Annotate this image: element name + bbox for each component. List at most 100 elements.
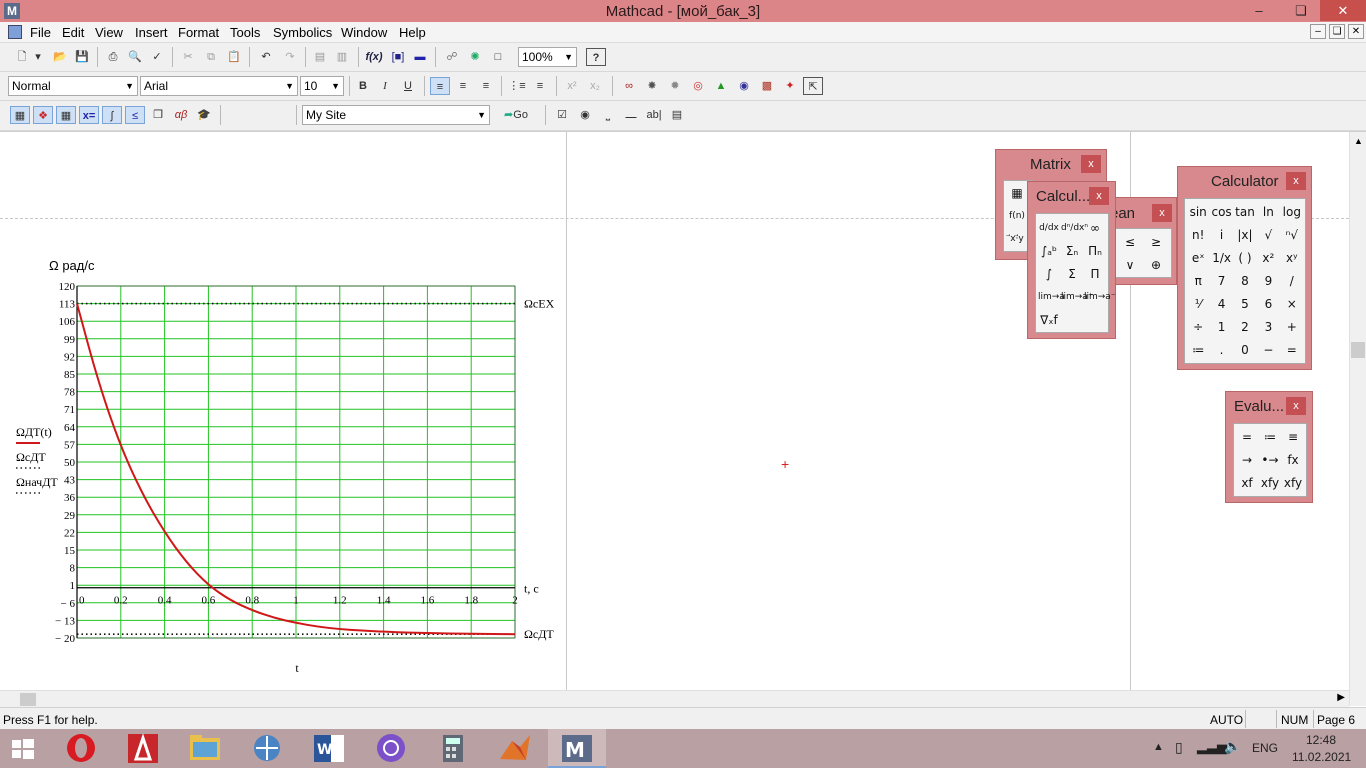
vectorize-icon[interactable]: f(n) bbox=[1006, 206, 1028, 226]
dot-product-icon[interactable]: ⃗x·⃗y bbox=[1006, 229, 1028, 249]
scroll-thumb[interactable] bbox=[20, 693, 36, 706]
spell-check-icon[interactable]: ✓ bbox=[147, 48, 167, 66]
close-icon[interactable]: x bbox=[1081, 155, 1101, 173]
calculus-key[interactable]: Σ bbox=[1061, 264, 1083, 284]
close-icon[interactable]: x bbox=[1089, 187, 1109, 205]
calculator-key[interactable]: |x| bbox=[1234, 225, 1256, 245]
taskbar-matlab[interactable] bbox=[486, 729, 544, 768]
calculator-key[interactable]: ⁿ√ bbox=[1281, 225, 1303, 245]
close-icon[interactable]: x bbox=[1152, 204, 1172, 222]
calculator-key[interactable]: n! bbox=[1187, 225, 1209, 245]
italic-icon[interactable]: I bbox=[375, 77, 395, 95]
restore-button[interactable]: ❏ bbox=[1286, 0, 1316, 21]
taskbar-explorer[interactable] bbox=[176, 729, 234, 768]
matrix-insert-icon[interactable]: ▦ bbox=[1006, 183, 1028, 203]
calculus-key[interactable]: lim→a⁺ bbox=[1061, 287, 1093, 307]
insert-hyperlink-icon[interactable]: ☍ bbox=[442, 48, 462, 66]
calculator-key[interactable]: 0 bbox=[1234, 340, 1256, 360]
listbox-control-icon[interactable]: ▤ bbox=[667, 106, 687, 124]
radio-control-icon[interactable]: ◉ bbox=[575, 106, 595, 124]
evaluation-key[interactable]: xfy bbox=[1259, 473, 1281, 493]
3d-bar-icon[interactable]: ▩ bbox=[757, 77, 777, 95]
menu-view[interactable]: View bbox=[95, 25, 123, 40]
evaluation-key[interactable]: xfy bbox=[1282, 473, 1304, 493]
contour-plot-icon[interactable]: ◎ bbox=[688, 77, 708, 95]
tray-language[interactable]: ENG bbox=[1252, 741, 1278, 755]
calculator-key[interactable]: i bbox=[1210, 225, 1232, 245]
evaluation-key[interactable]: fx bbox=[1282, 450, 1304, 470]
evaluation-key[interactable]: ≔ bbox=[1259, 427, 1281, 447]
calculator-key[interactable]: ( ) bbox=[1234, 248, 1256, 268]
taskbar-autocad[interactable] bbox=[114, 729, 172, 768]
boolean-palette-icon[interactable]: ≤ bbox=[125, 106, 145, 124]
button-control-icon[interactable]: ⎵ bbox=[598, 106, 618, 124]
calculus-key[interactable]: dⁿ/dxⁿ bbox=[1061, 218, 1088, 238]
checkbox-control-icon[interactable]: ☑ bbox=[552, 106, 572, 124]
surface-plot-icon[interactable]: ✹ bbox=[665, 77, 685, 95]
print-preview-icon[interactable]: 🔍 bbox=[125, 48, 145, 66]
bold-icon[interactable]: B bbox=[353, 77, 373, 95]
calculator-key[interactable]: 3 bbox=[1257, 317, 1279, 337]
calculus-palette[interactable]: Calcul... x d/dx dⁿ/dxⁿ ∞ ∫ₐᵇ Σₙ Πₙ ∫ Σ Πlim→a li… bbox=[1027, 181, 1116, 339]
calculator-key[interactable]: 7 bbox=[1210, 271, 1232, 291]
close-icon[interactable]: x bbox=[1286, 397, 1306, 415]
calculator-key[interactable]: x² bbox=[1257, 248, 1279, 268]
calculus-key[interactable]: ∞ bbox=[1084, 218, 1106, 238]
calculator-key[interactable]: √ bbox=[1257, 225, 1279, 245]
insert-unit-icon[interactable]: [■] bbox=[388, 48, 408, 66]
tray-date[interactable]: 11.02.2021 bbox=[1292, 750, 1351, 764]
scroll-right-icon[interactable]: ▶ bbox=[1337, 692, 1345, 703]
calculator-key[interactable]: ≔ bbox=[1187, 340, 1209, 360]
tray-volume-icon[interactable]: 🔈 bbox=[1224, 738, 1241, 755]
xy-plot[interactable]: 1201131069992857871645750433629221581− 6… bbox=[0, 250, 580, 690]
font-select[interactable]: Arial ▼ bbox=[140, 76, 298, 96]
calculator-key[interactable]: π bbox=[1187, 271, 1209, 291]
save-icon[interactable]: 💾 bbox=[72, 48, 92, 66]
menu-tools[interactable]: Tools bbox=[230, 25, 260, 40]
menu-symbolics[interactable]: Symbolics bbox=[273, 25, 332, 40]
menu-file[interactable]: File bbox=[30, 25, 51, 40]
evaluation-key[interactable]: xf bbox=[1236, 473, 1258, 493]
close-icon[interactable]: x bbox=[1286, 172, 1306, 190]
subscript-icon[interactable]: x₂ bbox=[585, 77, 605, 95]
or-icon[interactable]: ∨ bbox=[1119, 255, 1141, 275]
calculator-key[interactable]: × bbox=[1281, 294, 1303, 314]
calculator-key[interactable]: cos bbox=[1210, 202, 1232, 222]
print-icon[interactable]: ⎙ bbox=[103, 48, 123, 66]
taskbar-calculator[interactable] bbox=[424, 729, 482, 768]
undo-icon[interactable]: ↶ bbox=[256, 48, 276, 66]
evaluation-key[interactable]: → bbox=[1236, 450, 1258, 470]
calculus-key[interactable]: lim→a bbox=[1038, 287, 1065, 307]
taskbar-network-app[interactable] bbox=[238, 729, 296, 768]
vector-field-icon[interactable]: ✦ bbox=[780, 77, 800, 95]
taskbar-word[interactable]: W bbox=[300, 729, 358, 768]
evaluation-key[interactable]: ≡ bbox=[1282, 427, 1304, 447]
textbox-control-icon[interactable]: ab| bbox=[644, 106, 664, 124]
tray-signal-icon[interactable]: ▂▃▅ bbox=[1197, 739, 1227, 755]
align-right-icon[interactable]: ≡ bbox=[476, 77, 496, 95]
scroll-up-icon[interactable]: ▲ bbox=[1354, 136, 1363, 146]
numbering-icon[interactable]: ≡ bbox=[530, 77, 550, 95]
calculator-key[interactable]: 4 bbox=[1210, 294, 1232, 314]
matrix-palette-icon[interactable]: ▦ bbox=[56, 106, 76, 124]
align-down-icon[interactable]: ▥ bbox=[332, 48, 352, 66]
polar-plot-icon[interactable]: ✸ bbox=[642, 77, 662, 95]
calculus-key[interactable]: Π bbox=[1084, 264, 1106, 284]
calculator-palette[interactable]: Calculator x sin cos tan ln log n! i |x| √ ⁿ√ eˣ 1/… bbox=[1177, 166, 1312, 370]
calculus-key[interactable]: lim→a⁻ bbox=[1084, 287, 1116, 307]
3d-scatter-icon[interactable]: ▲ bbox=[711, 77, 731, 95]
calculator-key[interactable]: 1 bbox=[1210, 317, 1232, 337]
taskbar-mathcad[interactable]: M bbox=[548, 729, 606, 768]
new-dropdown-icon[interactable]: ▾ bbox=[32, 48, 44, 66]
doc-minimize-button[interactable]: – bbox=[1310, 24, 1326, 39]
calculator-key[interactable]: sin bbox=[1187, 202, 1209, 222]
taskbar-viber[interactable] bbox=[362, 729, 420, 768]
calculator-key[interactable]: eˣ bbox=[1187, 248, 1209, 268]
align-center-icon[interactable]: ≡ bbox=[453, 77, 473, 95]
3d-surface-icon[interactable]: ◉ bbox=[734, 77, 754, 95]
menu-help[interactable]: Help bbox=[399, 25, 426, 40]
zoom-select[interactable]: 100% ▼ bbox=[518, 47, 577, 67]
3d-plot-wizard-icon[interactable]: ⇱ bbox=[803, 77, 823, 95]
calculator-key[interactable]: xʸ bbox=[1281, 248, 1303, 268]
calculator-key[interactable]: / bbox=[1281, 271, 1303, 291]
